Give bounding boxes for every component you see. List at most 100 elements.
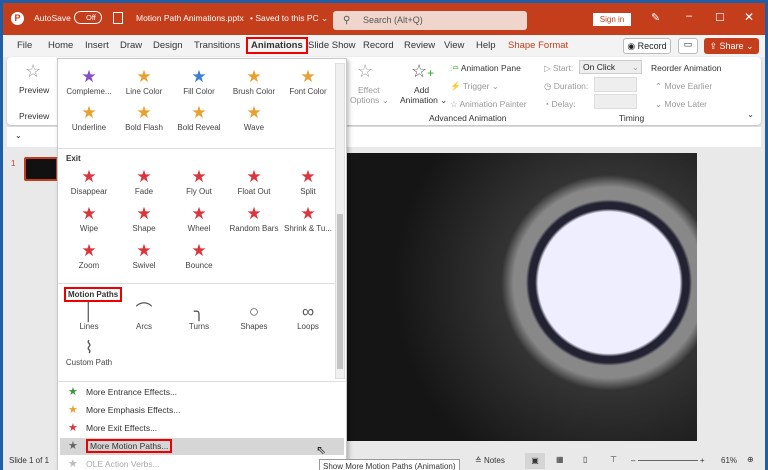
menu-item[interactable]: ★ More Exit Effects... [60, 420, 344, 437]
options-label[interactable]: Options ⌄ [350, 95, 389, 106]
gallery-item[interactable]: ★ Font Color [280, 67, 336, 96]
gallery-item[interactable]: ★ Fill Color [171, 67, 227, 96]
effect-label[interactable]: Effect [358, 85, 380, 95]
search-box[interactable]: ⚲ Search (Alt+Q) [333, 11, 527, 30]
gallery-item[interactable]: ╮ Turns [171, 302, 227, 331]
customize-icon[interactable]: ⌄ [15, 131, 22, 140]
gallery-item[interactable]: ★ Split [280, 167, 336, 196]
star-icon: ★ [81, 67, 97, 86]
menu-item-label: More Entrance Effects... [86, 387, 178, 397]
gallery-item-label: Fade [134, 187, 154, 196]
gallery-item[interactable]: ○ Shapes [226, 302, 282, 331]
gallery-item[interactable]: ★ Fly Out [171, 167, 227, 196]
gallery-item-label: Arcs [136, 322, 152, 331]
gallery-item[interactable]: ★ Wheel [171, 204, 227, 233]
move-earlier-button[interactable]: ⌃ Move Earlier [655, 81, 712, 92]
tab-record[interactable]: Record [363, 40, 394, 51]
move-later-button[interactable]: ⌄ Move Later [655, 99, 707, 110]
maximize-icon[interactable]: ☐ [715, 11, 725, 24]
minimize-icon[interactable]: – [686, 10, 692, 22]
tab-file[interactable]: File [17, 40, 32, 51]
menu-item[interactable]: ★ More Emphasis Effects... [60, 402, 344, 419]
gallery-item[interactable]: ★ Float Out [226, 167, 282, 196]
gallery-item[interactable]: │ Lines [61, 302, 117, 331]
delay-input[interactable] [594, 94, 637, 109]
gallery-item[interactable]: ∞ Loops [280, 302, 336, 331]
gallery-item[interactable]: ★ Fade [116, 167, 172, 196]
slide-sorter-icon[interactable]: ▦ [556, 455, 564, 464]
star-icon: ★ [246, 67, 262, 86]
trigger-button[interactable]: ⚡ Trigger ⌄ [450, 81, 499, 92]
slide-thumbnail[interactable] [24, 157, 58, 181]
clock-image [495, 173, 695, 393]
zoom-slider[interactable]: – + [631, 456, 716, 466]
gallery-item[interactable]: ★ Bounce [171, 241, 227, 270]
animation-label[interactable]: Animation ⌄ [400, 95, 447, 106]
gallery-item[interactable]: ★ Wipe [61, 204, 117, 233]
tab-shape-format[interactable]: Shape Format [508, 40, 568, 51]
tab-design[interactable]: Design [153, 40, 183, 51]
gallery-item[interactable]: ★ Wave [226, 103, 282, 132]
close-icon[interactable]: ✕ [744, 10, 754, 24]
star-icon: ★ [136, 103, 152, 122]
tab-transitions[interactable]: Transitions [194, 40, 240, 51]
tab-animations[interactable]: Animations [246, 37, 308, 54]
tab-review[interactable]: Review [404, 40, 435, 51]
gallery-item[interactable]: ★ Zoom [61, 241, 117, 270]
normal-view-icon[interactable]: ▣ [525, 453, 545, 469]
tab-insert[interactable]: Insert [85, 40, 109, 51]
gallery-scrollbar[interactable] [335, 63, 345, 379]
gallery-item[interactable]: ⌇ Custom Path [61, 338, 117, 367]
save-status[interactable]: • Saved to this PC ⌄ [250, 13, 328, 24]
gallery-item[interactable]: ★ Bold Flash [116, 103, 172, 132]
gallery-item[interactable]: ★ Swivel [116, 241, 172, 270]
preview-button[interactable]: Preview [19, 85, 49, 95]
star-icon: ★ [68, 386, 78, 398]
painter-label: Animation Painter [459, 99, 527, 109]
zoom-level[interactable]: 61% [721, 456, 737, 465]
reorder-animation-label: Reorder Animation [651, 63, 722, 73]
duration-label: ◷ Duration: [544, 81, 589, 91]
star-icon: ★ [191, 67, 207, 86]
menu-item: ★ OLE Action Verbs... [60, 456, 344, 470]
tab-help[interactable]: Help [476, 40, 496, 51]
collapse-ribbon-icon[interactable]: ⌄ [747, 109, 754, 120]
duration-text: Duration: [553, 81, 589, 91]
record-button[interactable]: ◉ Record [623, 38, 671, 54]
notes-button[interactable]: ≙ Notes [475, 456, 505, 465]
slideshow-icon[interactable]: ⊤ [610, 455, 617, 464]
gallery-item[interactable]: ★ Compleme... [61, 67, 117, 96]
duration-input[interactable] [594, 77, 637, 92]
gallery-item[interactable]: ⌒ Arcs [116, 302, 172, 331]
delay-text: Delay: [551, 99, 576, 109]
gallery-item[interactable]: ★ Bold Reveal [171, 103, 227, 132]
timing-group-label: Timing [619, 113, 645, 123]
save-icon[interactable] [113, 12, 123, 24]
tab-view[interactable]: View [444, 40, 464, 51]
tab-home[interactable]: Home [48, 40, 73, 51]
comments-button[interactable]: ▭ [678, 38, 698, 54]
menu-item[interactable]: ★ More Entrance Effects... [60, 384, 344, 401]
slide-canvas[interactable] [345, 153, 697, 441]
autosave-toggle[interactable]: Off [74, 11, 102, 24]
gallery-item[interactable]: ★ Shape [116, 204, 172, 233]
gallery-item[interactable]: ★ Random Bars [226, 204, 282, 233]
fit-slide-icon[interactable]: ⊕ [747, 455, 754, 464]
animation-pane-button[interactable]: ⫶▭ Animation Pane [450, 63, 521, 74]
reading-view-icon[interactable]: ▯ [583, 455, 587, 464]
add-label[interactable]: Add [414, 85, 429, 95]
gallery-item[interactable]: ★ Disappear [61, 167, 117, 196]
sign-in-button[interactable]: Sign in [593, 13, 631, 26]
gallery-item[interactable]: ★ Underline [61, 103, 117, 132]
gallery-item[interactable]: ★ Line Color [116, 67, 172, 96]
start-dropdown[interactable]: On Click ⌄ [579, 60, 642, 74]
menu-item[interactable]: ★ More Motion Paths... [60, 438, 344, 455]
share-button[interactable]: ⇪ Share ⌄ [704, 38, 759, 54]
gallery-item[interactable]: ★ Brush Color [226, 67, 282, 96]
pen-icon[interactable]: ✎ [651, 11, 660, 24]
tab-draw[interactable]: Draw [120, 40, 142, 51]
tab-slide-show[interactable]: Slide Show [308, 40, 356, 51]
gallery-item[interactable]: ★ Shrink & Tu... [280, 204, 336, 233]
slide-number: 1 [11, 159, 16, 168]
animation-painter-button[interactable]: ☆ Animation Painter [450, 99, 527, 110]
